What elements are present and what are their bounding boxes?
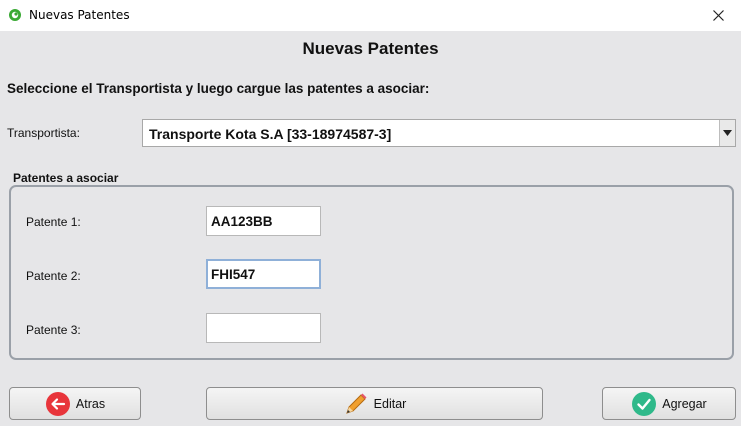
close-icon — [712, 10, 724, 21]
dropdown-arrow-button[interactable] — [719, 120, 735, 146]
app-logo-icon — [9, 9, 21, 21]
transportista-select[interactable]: Transporte Kota S.A [33-18974587-3] — [142, 119, 736, 147]
patente-3-input[interactable] — [206, 313, 321, 343]
patente-2-label: Patente 2: — [26, 269, 81, 283]
add-button[interactable]: Agregar — [602, 387, 736, 420]
patente-3-label: Patente 3: — [26, 323, 81, 337]
patente-1-label: Patente 1: — [26, 215, 81, 229]
edit-button[interactable]: Editar — [206, 387, 543, 420]
back-button[interactable]: Atras — [9, 387, 141, 420]
patentes-group-title: Patentes a asociar — [13, 171, 119, 185]
chevron-down-icon — [723, 130, 732, 136]
dialog-heading: Nuevas Patentes — [302, 39, 439, 58]
patente-1-input[interactable] — [206, 206, 321, 236]
transportista-selected-value: Transporte Kota S.A [33-18974587-3] — [149, 126, 392, 142]
add-button-label: Agregar — [662, 396, 707, 411]
instruction-text: Seleccione el Transportista y luego carg… — [7, 81, 430, 96]
window-title: Nuevas Patentes — [29, 8, 130, 22]
patentes-group-box — [9, 185, 734, 360]
pencil-icon — [343, 391, 369, 417]
patente-2-input[interactable] — [206, 259, 321, 289]
checkmark-icon — [631, 391, 657, 417]
arrow-left-icon — [45, 391, 71, 417]
back-button-label: Atras — [75, 396, 106, 411]
title-bar: Nuevas Patentes — [0, 0, 741, 31]
close-button[interactable] — [695, 0, 741, 31]
edit-button-label: Editar — [373, 396, 407, 411]
transportista-label: Transportista: — [7, 126, 80, 140]
